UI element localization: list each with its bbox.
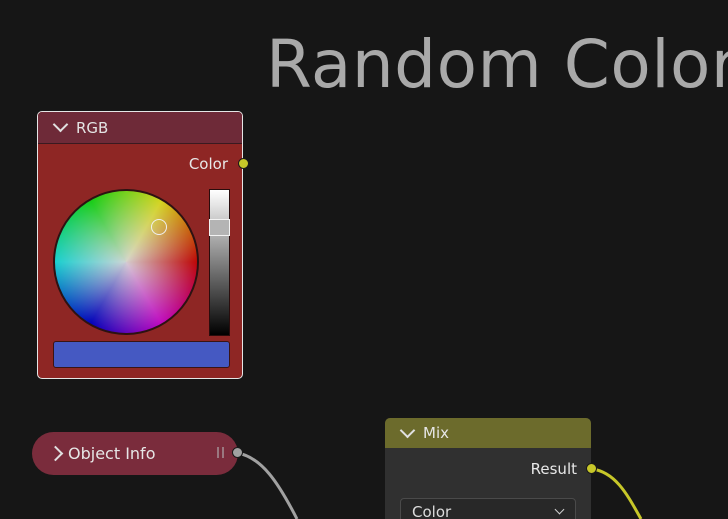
- data-type-value: Color: [412, 502, 452, 519]
- color-output-socket[interactable]: [238, 158, 249, 169]
- object-info-output-socket[interactable]: [232, 447, 243, 458]
- drag-grip-icon[interactable]: [217, 447, 224, 458]
- color-swatch[interactable]: [53, 341, 230, 368]
- rgb-node-header[interactable]: RGB: [38, 112, 242, 144]
- object-info-title: Object Info: [68, 444, 156, 463]
- collapse-chevron-icon[interactable]: [52, 116, 69, 133]
- mix-node[interactable]: Mix Result Color: [385, 418, 597, 519]
- object-info-node[interactable]: Object Info: [32, 432, 238, 475]
- value-slider-handle[interactable]: [209, 218, 230, 236]
- node-editor-canvas[interactable]: Random Color RGB Color Object Info Mix R…: [0, 0, 728, 519]
- rgb-node[interactable]: RGB Color: [37, 111, 249, 379]
- color-wheel-cursor[interactable]: [151, 219, 167, 235]
- color-wheel[interactable]: [53, 189, 199, 335]
- data-type-dropdown[interactable]: Color: [400, 498, 576, 519]
- color-output-label: Color: [188, 155, 228, 173]
- result-output-socket[interactable]: [586, 463, 597, 474]
- mix-node-title: Mix: [423, 424, 449, 442]
- mix-node-header[interactable]: Mix: [385, 418, 591, 448]
- result-output-label: Result: [530, 460, 577, 478]
- value-slider[interactable]: [209, 189, 230, 336]
- expand-chevron-icon[interactable]: [47, 445, 64, 462]
- collapse-chevron-icon[interactable]: [399, 422, 416, 438]
- rgb-node-title: RGB: [76, 118, 109, 137]
- result-output-row: Result: [531, 459, 591, 479]
- mix-result-link: [591, 467, 643, 519]
- chevron-down-icon: [554, 504, 565, 515]
- color-output-row: Color: [189, 154, 242, 174]
- object-info-link: [237, 451, 299, 519]
